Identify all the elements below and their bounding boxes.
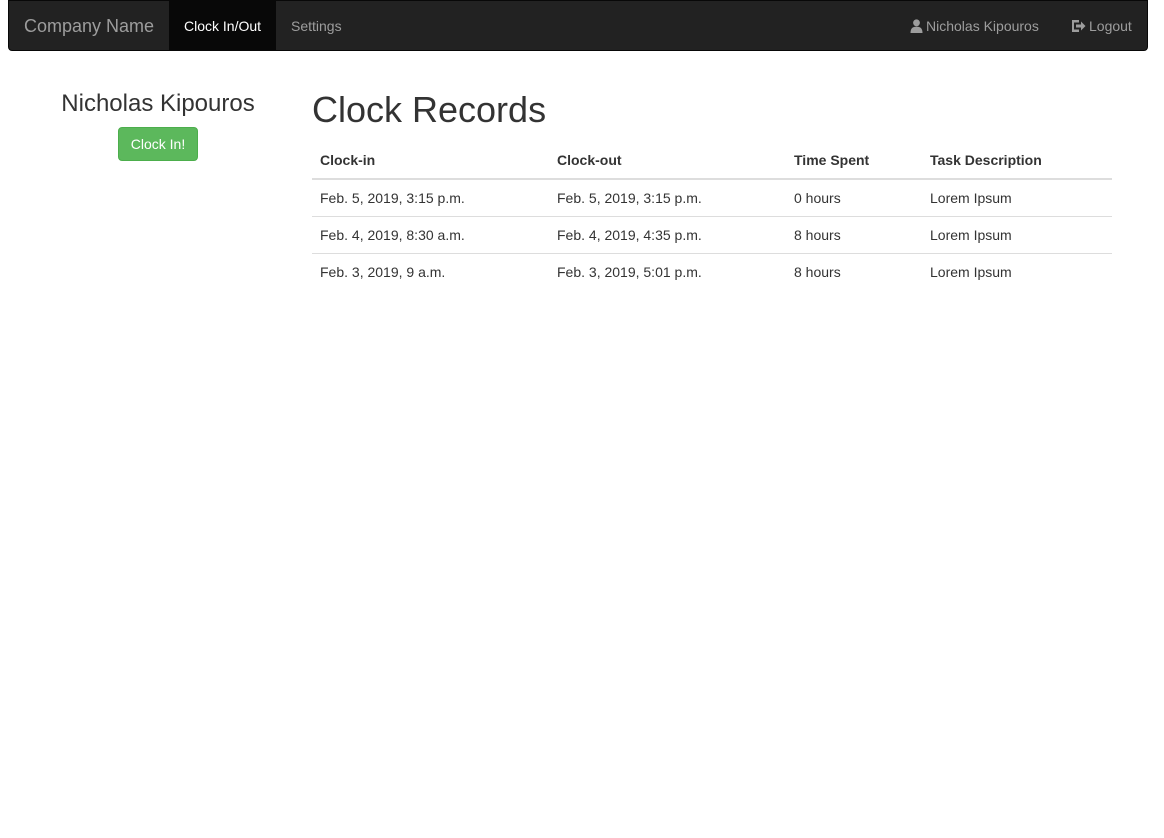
table-row: Feb. 4, 2019, 8:30 a.m. Feb. 4, 2019, 4:… xyxy=(312,215,1112,253)
column-header-task-description: Task Description xyxy=(922,141,1112,180)
table-header-row: Clock-in Clock-out Time Spent Task Descr… xyxy=(312,141,1112,180)
nav-user-label: Nicholas Kipouros xyxy=(926,18,1039,34)
column-header-clock-out: Clock-out xyxy=(549,141,786,180)
time-spent-cell: 8 hours xyxy=(786,252,922,290)
brand-link[interactable]: Company Name xyxy=(24,1,154,51)
time-spent-cell: 0 hours xyxy=(794,189,841,206)
clock-in-cell: Feb. 4, 2019, 8:30 a.m. xyxy=(312,215,549,253)
clock-in-cell: Feb. 5, 2019, 3:15 p.m. xyxy=(320,189,465,206)
time-spent-cell: 8 hours xyxy=(786,215,922,253)
clock-records-table: Clock-in Clock-out Time Spent Task Descr… xyxy=(312,141,1112,290)
table-row: Feb. 3, 2019, 9 a.m. Feb. 3, 2019, 5:01 … xyxy=(312,252,1112,290)
task-description-cell: Lorem Ipsum xyxy=(922,215,1112,253)
column-header-clock-in: Clock-in xyxy=(312,141,549,180)
clock-out-cell: Feb. 5, 2019, 3:15 p.m. xyxy=(557,189,702,206)
user-name-heading: Nicholas Kipouros xyxy=(61,90,255,117)
task-description-cell: Lorem Ipsum xyxy=(922,252,1112,290)
user-icon xyxy=(910,3,923,53)
clock-out-cell: Feb. 3, 2019, 5:01 p.m. xyxy=(549,252,786,290)
clock-in-button[interactable]: Clock In! xyxy=(118,127,198,161)
logout-icon xyxy=(1071,3,1086,53)
task-description-cell: Lorem Ipsum xyxy=(930,189,1012,206)
nav-user-profile[interactable]: Nicholas Kipouros xyxy=(895,1,1054,51)
nav-logout[interactable]: Logout xyxy=(1056,1,1147,51)
clock-in-cell: Feb. 3, 2019, 9 a.m. xyxy=(312,252,549,290)
nav-logout-label: Logout xyxy=(1089,18,1132,34)
page-title: Clock Records xyxy=(312,89,547,130)
clock-records-panel: Clock Records Clock-in Clock-out Time Sp… xyxy=(312,80,1112,290)
user-sidebar: Nicholas Kipouros Clock In! xyxy=(8,80,308,161)
column-header-time-spent: Time Spent xyxy=(786,141,922,180)
top-navbar: Company Name Clock In/Out Settings Nicho… xyxy=(8,0,1148,51)
table-row: Feb. 5, 2019, 3:15 p.m. Feb. 5, 2019, 3:… xyxy=(312,179,1112,216)
clock-out-cell: Feb. 4, 2019, 4:35 p.m. xyxy=(549,215,786,253)
nav-settings[interactable]: Settings xyxy=(276,1,357,51)
nav-clock-in-out[interactable]: Clock In/Out xyxy=(169,1,277,51)
